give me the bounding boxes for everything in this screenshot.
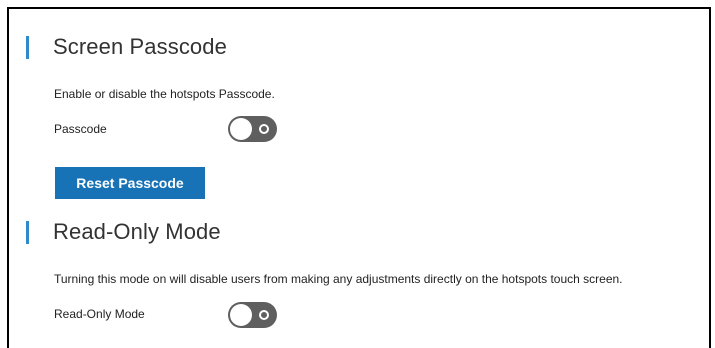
section-accent-bar xyxy=(26,35,29,59)
screen-passcode-header: Screen Passcode xyxy=(26,31,227,63)
passcode-toggle[interactable] xyxy=(228,116,277,142)
read-only-mode-description: Turning this mode on will disable users … xyxy=(54,272,623,286)
toggle-off-indicator-icon xyxy=(259,124,269,134)
read-only-mode-toggle[interactable] xyxy=(228,302,277,328)
section-accent-bar xyxy=(26,220,29,244)
settings-panel: Screen Passcode Enable or disable the ho… xyxy=(7,7,711,348)
toggle-knob xyxy=(230,304,252,326)
read-only-mode-toggle-label: Read-Only Mode xyxy=(54,307,145,321)
read-only-mode-title: Read-Only Mode xyxy=(53,219,221,244)
screen-passcode-description: Enable or disable the hotspots Passcode. xyxy=(54,87,275,101)
toggle-off-indicator-icon xyxy=(259,310,269,320)
reset-passcode-button[interactable]: Reset Passcode xyxy=(55,167,205,199)
passcode-toggle-label: Passcode xyxy=(54,122,107,136)
toggle-knob xyxy=(230,118,252,140)
screen-passcode-title: Screen Passcode xyxy=(53,34,227,59)
read-only-mode-header: Read-Only Mode xyxy=(26,216,221,248)
